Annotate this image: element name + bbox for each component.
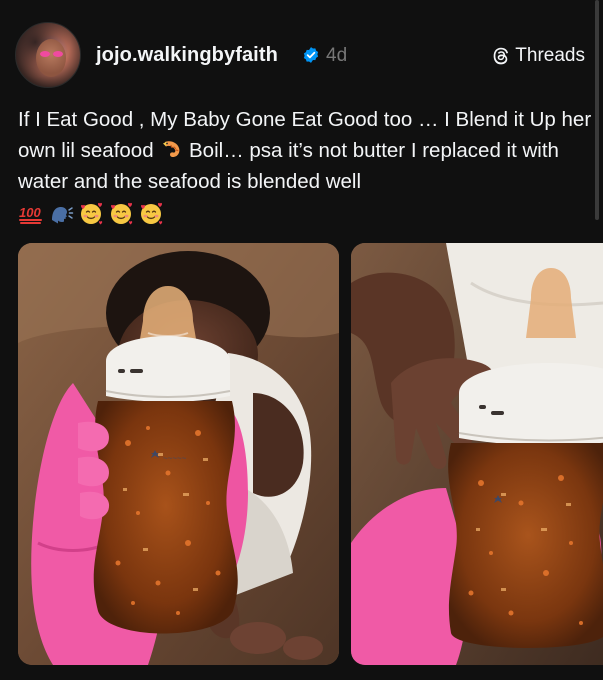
avatar-face bbox=[36, 39, 66, 77]
smiling-face-with-hearts-emoji bbox=[81, 202, 103, 225]
smiling-face-with-hearts-emoji bbox=[141, 202, 163, 225]
threads-brand[interactable]: Threads bbox=[492, 45, 585, 67]
shrimp-emoji bbox=[163, 141, 180, 157]
smiling-face-with-hearts-emoji bbox=[111, 202, 133, 225]
threads-post: jojo.walkingbyfaith 4d Threads If I Eat … bbox=[0, 0, 603, 680]
username[interactable]: jojo.walkingbyfaith bbox=[96, 44, 278, 67]
verified-badge-icon bbox=[303, 47, 319, 63]
threads-brand-label: Threads bbox=[515, 45, 585, 66]
svg-text:100: 100 bbox=[19, 205, 41, 220]
post-caption: If I Eat Good , My Baby Gone Eat Good to… bbox=[18, 104, 593, 197]
post-image-1[interactable]: ~~~~~ bbox=[18, 243, 339, 665]
image-baby-bottle-1: ~~~~~ bbox=[18, 243, 339, 665]
speaking-head-emoji bbox=[52, 207, 74, 224]
post-image-2[interactable] bbox=[351, 243, 603, 665]
scrollbar[interactable] bbox=[595, 0, 599, 220]
threads-logo-icon bbox=[493, 47, 509, 65]
hundred-points-emoji: 100 bbox=[19, 205, 42, 224]
image-baby-bottle-2 bbox=[351, 243, 603, 665]
user-avatar[interactable] bbox=[15, 22, 81, 88]
avatar-sunglasses-left bbox=[40, 51, 50, 57]
post-timestamp: 4d bbox=[326, 45, 348, 66]
caption-emoji-row: 100 bbox=[18, 200, 164, 226]
svg-text:~~~~~: ~~~~~ bbox=[163, 454, 187, 463]
avatar-sunglasses-right bbox=[53, 51, 63, 57]
